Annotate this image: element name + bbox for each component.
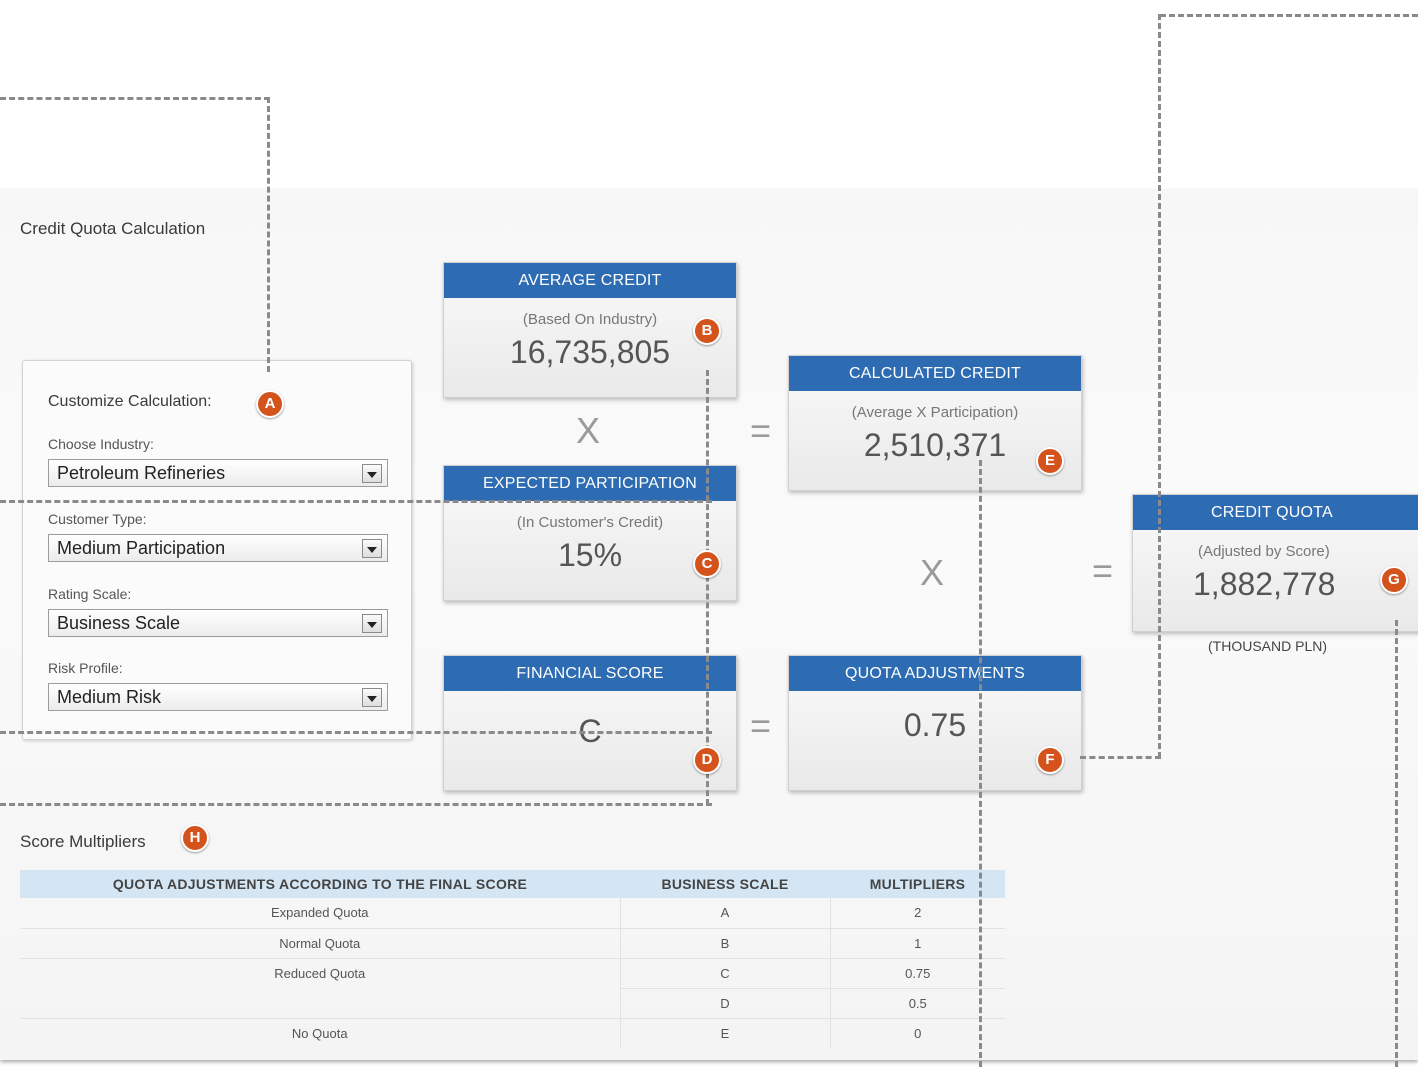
table-cell: 0: [829, 1018, 1005, 1048]
table-row: Expanded Quota A 2: [20, 898, 1005, 929]
table-cell: A: [619, 898, 830, 929]
table-row: Normal Quota B 1: [20, 928, 1005, 959]
annotation-line-a: [0, 97, 270, 100]
expected-participation-card: EXPECTED PARTICIPATION (In Customer's Cr…: [443, 465, 737, 601]
customize-calculation-panel: Customize Calculation: Choose Industry: …: [22, 360, 412, 740]
table-cell: Reduced Quota: [274, 965, 366, 981]
table-cell: 0.75: [829, 958, 1005, 989]
table-row: D 0.5: [20, 988, 1005, 1019]
badge-a: A: [256, 390, 284, 418]
column-header: MULTIPLIERS: [830, 870, 1005, 898]
rating-scale-select-value: Business Scale: [57, 613, 181, 633]
financial-score-header: FINANCIAL SCORE: [444, 656, 736, 691]
risk-profile-select-value: Medium Risk: [57, 687, 162, 707]
risk-profile-select[interactable]: Medium Risk: [48, 683, 388, 711]
financial-score-card: FINANCIAL SCORE C: [443, 655, 737, 791]
equals-operator: =: [750, 705, 772, 746]
risk-profile-label: Risk Profile:: [48, 660, 123, 676]
credit-quota-card: CREDIT QUOTA (Adjusted by Score) 1,882,7…: [1132, 494, 1418, 632]
quota-adjustments-value: 0.75: [903, 707, 967, 743]
table-row: Reduced Quota C 0.75: [20, 958, 1005, 989]
table-cell: No Quota: [291, 1025, 348, 1041]
calculated-credit-header: CALCULATED CREDIT: [789, 356, 1081, 391]
rating-scale-label: Rating Scale:: [48, 586, 132, 602]
badge-d: D: [693, 746, 721, 774]
table-cell: D: [619, 988, 830, 1019]
score-multipliers-table: QUOTA ADJUSTMENTS ACCORDING TO THE FINAL…: [20, 870, 1005, 1048]
table-cell: C: [619, 958, 830, 989]
calculated-credit-subtitle: (Average X Participation): [851, 404, 1019, 421]
credit-quota-unit: (THOUSAND PLN): [1208, 638, 1328, 654]
average-credit-subtitle: (Based On Industry): [522, 311, 658, 328]
financial-score-value: C: [578, 713, 602, 749]
equals-operator: =: [1092, 550, 1114, 591]
customize-calculation-title: Customize Calculation:: [48, 393, 212, 410]
table-cell: 1: [829, 928, 1005, 959]
average-credit-header: AVERAGE CREDIT: [444, 263, 736, 298]
expected-participation-header: EXPECTED PARTICIPATION: [444, 466, 736, 501]
table-cell: 2: [829, 898, 1005, 929]
multiply-operator: X: [920, 552, 945, 593]
equals-operator: =: [750, 410, 772, 451]
quota-adjustments-header: QUOTA ADJUSTMENTS: [789, 656, 1081, 691]
score-multipliers-title: Score Multipliers: [20, 832, 146, 851]
credit-quota-screen: Credit Quota Calculation Customize Calcu…: [0, 0, 1418, 1067]
table-row: No Quota E 0: [20, 1018, 1005, 1048]
customer-type-label: Customer Type:: [48, 511, 147, 527]
column-header: QUOTA ADJUSTMENTS ACCORDING TO THE FINAL…: [20, 870, 620, 898]
badge-e: E: [1036, 447, 1064, 475]
chevron-down-icon[interactable]: [362, 614, 382, 633]
badge-g: G: [1380, 566, 1408, 594]
industry-label: Choose Industry:: [48, 436, 154, 452]
table-cell: Expanded Quota: [20, 898, 620, 929]
credit-quota-subtitle: (Adjusted by Score): [1198, 543, 1330, 560]
quota-adjustments-card: QUOTA ADJUSTMENTS 0.75: [788, 655, 1082, 791]
credit-quota-value: 1,882,778: [1193, 566, 1336, 602]
table-header-row: QUOTA ADJUSTMENTS ACCORDING TO THE FINAL…: [20, 870, 1005, 898]
chevron-down-icon[interactable]: [362, 464, 382, 483]
table-cell: E: [619, 1018, 830, 1048]
chevron-down-icon[interactable]: [362, 688, 382, 707]
badge-c: C: [693, 550, 721, 578]
badge-b: B: [693, 317, 721, 345]
average-credit-value: 16,735,805: [509, 334, 671, 370]
table-cell: 0.5: [829, 988, 1005, 1019]
credit-quota-header: CREDIT QUOTA: [1133, 495, 1418, 530]
badge-f: F: [1036, 746, 1064, 774]
expected-participation-subtitle: (In Customer's Credit): [516, 514, 664, 531]
table-cell: Normal Quota: [20, 928, 620, 959]
table-cell: [20, 988, 620, 1019]
customer-type-select[interactable]: Medium Participation: [48, 534, 388, 562]
customer-type-select-value: Medium Participation: [57, 538, 226, 558]
chevron-down-icon[interactable]: [362, 539, 382, 558]
industry-select[interactable]: Petroleum Refineries: [48, 459, 388, 487]
badge-h: H: [181, 824, 209, 852]
rating-scale-select[interactable]: Business Scale: [48, 609, 388, 637]
annotation-line-g: [1160, 14, 1418, 17]
column-header: BUSINESS SCALE: [620, 870, 830, 898]
table-cell: B: [619, 928, 830, 959]
credit-quota-calculation-title: Credit Quota Calculation: [20, 219, 206, 238]
industry-select-value: Petroleum Refineries: [57, 463, 226, 483]
calculated-credit-card: CALCULATED CREDIT (Average X Participati…: [788, 355, 1082, 491]
multiply-operator: X: [576, 410, 601, 451]
expected-participation-value: 15%: [557, 537, 623, 573]
